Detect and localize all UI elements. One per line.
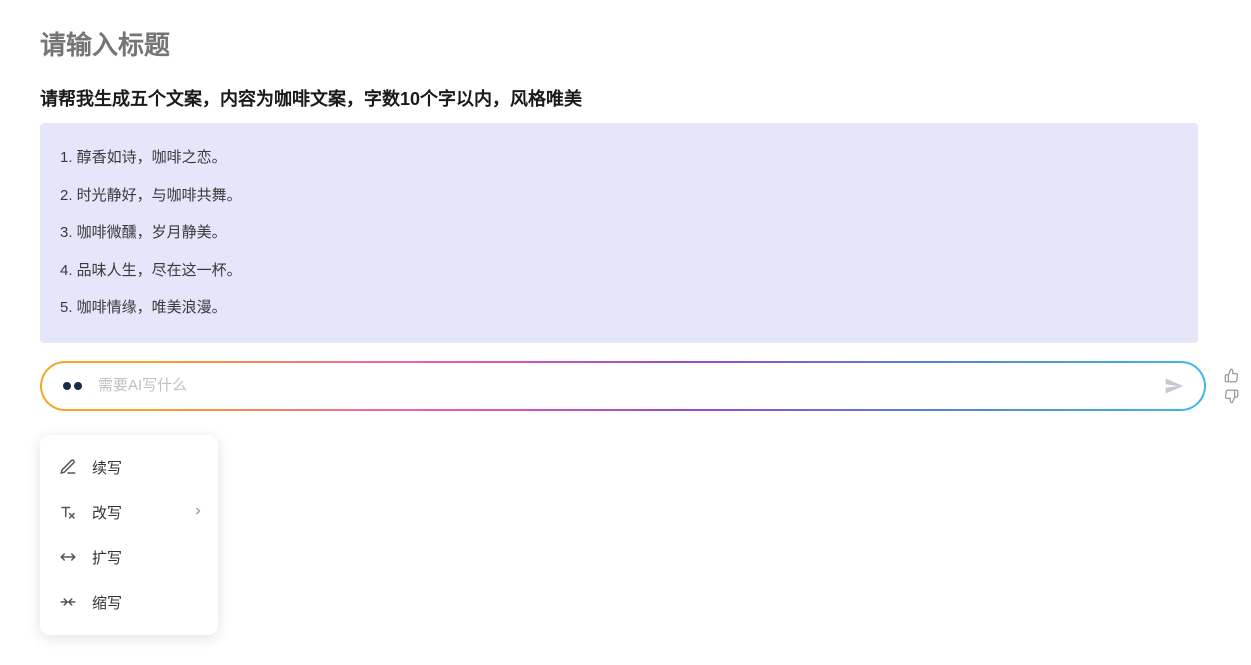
response-line: 3. 咖啡微醺，岁月静美。	[60, 214, 1178, 252]
response-line: 4. 品味人生，尽在这一杯。	[60, 252, 1178, 290]
thumbs-up-icon	[1224, 368, 1239, 383]
user-prompt: 请帮我生成五个文案，内容为咖啡文案，字数10个字以内，风格唯美	[40, 85, 1211, 111]
menu-item-continue[interactable]: 续写	[40, 445, 218, 490]
menu-item-label: 缩写	[92, 592, 122, 613]
ai-prompt-input[interactable]	[98, 377, 1148, 394]
response-line: 1. 醇香如诗，咖啡之恋。	[60, 139, 1178, 177]
ai-response-box: 1. 醇香如诗，咖啡之恋。 2. 时光静好，与咖啡共舞。 3. 咖啡微醺，岁月静…	[40, 123, 1198, 343]
thumbs-up-button[interactable]	[1224, 368, 1239, 383]
title-input[interactable]	[40, 30, 1211, 61]
menu-item-label: 扩写	[92, 547, 122, 568]
ai-input-container	[40, 361, 1206, 411]
menu-item-label: 续写	[92, 457, 122, 478]
bot-avatar-icon	[58, 376, 86, 396]
menu-item-expand[interactable]: 扩写	[40, 535, 218, 580]
response-line: 5. 咖啡情缘，唯美浪漫。	[60, 289, 1178, 327]
send-button[interactable]	[1160, 372, 1188, 400]
expand-icon	[58, 547, 78, 567]
menu-item-shorten[interactable]: 缩写	[40, 580, 218, 625]
menu-item-rewrite[interactable]: 改写	[40, 490, 218, 535]
action-menu: 续写 改写 扩写 缩写	[40, 435, 218, 635]
response-line: 2. 时光静好，与咖啡共舞。	[60, 177, 1178, 215]
text-x-icon	[58, 502, 78, 522]
compress-icon	[58, 592, 78, 612]
thumbs-down-button[interactable]	[1224, 389, 1239, 404]
thumbs-down-icon	[1224, 389, 1239, 404]
pencil-icon	[58, 457, 78, 477]
chevron-right-icon	[192, 504, 204, 521]
menu-item-label: 改写	[92, 502, 122, 523]
send-icon	[1164, 376, 1184, 396]
